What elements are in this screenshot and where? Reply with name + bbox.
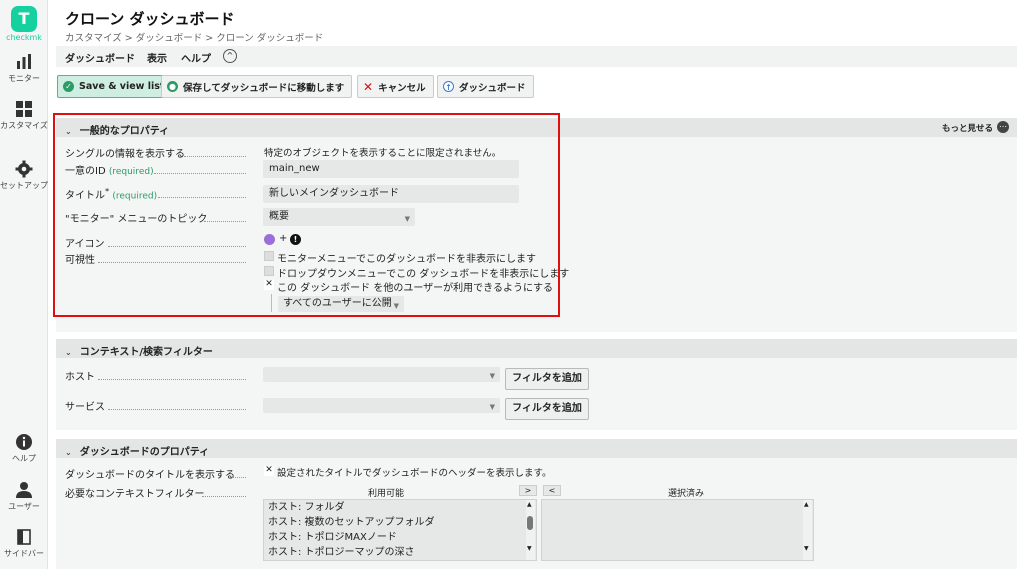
- breadcrumb[interactable]: カスタマイズ > ダッシュボード > クローン ダッシュボード: [65, 30, 323, 44]
- sidebar-item-sidebar[interactable]: サイドバー: [0, 528, 48, 559]
- dotted-leader: [202, 496, 246, 497]
- service-filter-label: サービス: [65, 402, 105, 413]
- dotted-leader: [232, 477, 246, 478]
- menu-dashboard[interactable]: ダッシュボード: [65, 50, 135, 65]
- page-title: クローン ダッシュボード: [65, 10, 235, 28]
- more-options-icon[interactable]: ⋯: [997, 121, 1009, 133]
- sidebar-item-label: ユーザー: [8, 502, 40, 511]
- scrollbar[interactable]: ▲ ▼: [526, 500, 535, 560]
- show-title-value: 設定されたタイトルでダッシュボードのヘッダーを表示します。: [277, 468, 552, 479]
- sidebar-item-user[interactable]: ユーザー: [0, 481, 48, 512]
- panel-header[interactable]: ⌄ コンテキスト/検索フィルター: [56, 339, 1017, 358]
- list-item[interactable]: ホスト: トポロジーマップの深さ: [264, 545, 536, 560]
- panel-title: ⌄ コンテキスト/検索フィルター: [65, 347, 213, 358]
- list-item[interactable]: ホスト: トポロジMAXノード: [264, 530, 536, 545]
- scroll-down-icon[interactable]: ▼: [527, 545, 532, 552]
- available-filters-list[interactable]: ホスト: フォルダ ホスト: 複数のセットアップフォルダ ホスト: トポロジMA…: [263, 499, 537, 561]
- menu-bar: ダッシュボード 表示 ヘルプ ^: [56, 46, 1017, 67]
- dotted-leader: [108, 409, 246, 410]
- add-host-filter-button[interactable]: フィルタを追加: [505, 368, 589, 390]
- available-header: 利用可能: [368, 489, 405, 499]
- show-title-label: ダッシュボードのタイトルを表示する: [65, 470, 235, 481]
- scroll-down-icon[interactable]: ▼: [804, 545, 809, 552]
- scroll-up-icon[interactable]: ▲: [527, 501, 532, 508]
- panel-title: ⌄ ダッシュボードのプロパティ: [65, 447, 210, 458]
- checkmk-logo-text: checkmk: [6, 33, 42, 42]
- scrollbar[interactable]: ▲ ▼: [803, 500, 812, 560]
- list-item[interactable]: ホスト: フォルダ: [264, 500, 536, 515]
- user-icon: [16, 482, 32, 498]
- chevron-down-icon: ⌄: [65, 348, 72, 357]
- save-view-list-button[interactable]: ✓ Save & view list: [57, 75, 173, 98]
- host-filter-select[interactable]: ▼: [263, 367, 500, 382]
- collapse-menu-toggle-icon[interactable]: ^: [223, 49, 237, 63]
- menu-view[interactable]: 表示: [147, 50, 167, 65]
- page-header: クローン ダッシュボード カスタマイズ > ダッシュボード > クローン ダッシ…: [48, 0, 1024, 44]
- dashboard-button[interactable]: ↑ ダッシュボード: [437, 75, 534, 98]
- sidebar-item-label: モニター: [8, 74, 40, 83]
- context-filter-panel: ⌄ コンテキスト/検索フィルター ホスト ▼ フィルタを追加 サービス ▼ フィル…: [56, 339, 1017, 430]
- gear-icon: [15, 160, 33, 178]
- add-service-filter-button[interactable]: フィルタを追加: [505, 398, 589, 420]
- scroll-thumb[interactable]: [527, 516, 533, 530]
- sidebar-item-help[interactable]: ヘルプ: [0, 433, 48, 464]
- save-go-dashboard-label: 保存してダッシュボードに移動します: [183, 82, 345, 94]
- selected-header: 選択済み: [668, 489, 705, 499]
- checkmk-logo-icon[interactable]: T: [11, 6, 37, 32]
- bar-chart-icon: [17, 54, 31, 69]
- highlight-box: [53, 113, 560, 317]
- panel-header[interactable]: ⌄ ダッシュボードのプロパティ: [56, 439, 1017, 458]
- sidebar: T checkmk モニター カスタマイズ セットアップ ヘルプ ユーザー サイ…: [0, 0, 48, 569]
- service-filter-select[interactable]: ▼: [263, 398, 500, 413]
- selected-filters-list[interactable]: ▲ ▼: [541, 499, 814, 561]
- sidebar-item-monitor[interactable]: モニター: [0, 53, 48, 84]
- cancel-button[interactable]: ✕ キャンセル: [357, 75, 434, 98]
- save-view-list-label: Save & view list: [79, 81, 165, 92]
- globe-icon: ●: [167, 81, 178, 92]
- dashboard-properties-panel: ⌄ ダッシュボードのプロパティ ダッシュボードのタイトルを表示する ✕ 設定された…: [56, 439, 1017, 569]
- sidebar-item-customize[interactable]: カスタマイズ: [0, 100, 48, 131]
- sidebar-item-setup[interactable]: セットアップ: [0, 160, 48, 191]
- dropdown-arrow-icon: ▼: [489, 372, 495, 380]
- chevron-down-icon: ⌄: [65, 448, 72, 457]
- arrow-up-icon: ↑: [443, 81, 454, 92]
- dropdown-arrow-icon: ▼: [489, 403, 495, 411]
- info-icon: [16, 434, 32, 450]
- sidebar-item-label: セットアップ: [0, 181, 48, 190]
- sidebar-item-label: ヘルプ: [12, 454, 36, 463]
- required-filters-label: 必要なコンテキストフィルター: [65, 489, 205, 500]
- check-icon: ✓: [63, 81, 74, 92]
- sidebar-item-label: カスタマイズ: [0, 121, 48, 130]
- move-right-button[interactable]: >: [519, 485, 537, 496]
- close-icon: ✕: [363, 79, 374, 94]
- dotted-leader: [98, 379, 246, 380]
- show-more-link[interactable]: もっと見せる: [942, 122, 993, 134]
- sidebar-item-label: サイドバー: [4, 549, 44, 558]
- save-go-dashboard-button[interactable]: ● 保存してダッシュボードに移動します: [161, 75, 353, 98]
- show-title-checkbox[interactable]: ✕: [264, 466, 274, 476]
- scroll-up-icon[interactable]: ▲: [804, 501, 809, 508]
- sidebar-icon: [17, 529, 31, 545]
- menu-help[interactable]: ヘルプ: [181, 50, 211, 65]
- move-left-button[interactable]: <: [543, 485, 561, 496]
- grid-icon: [16, 101, 32, 117]
- list-item[interactable]: ホスト: 複数のセットアップフォルダ: [264, 515, 536, 530]
- host-filter-label: ホスト: [65, 372, 95, 383]
- dashboard-label: ダッシュボード: [459, 82, 526, 94]
- cancel-label: キャンセル: [378, 82, 426, 94]
